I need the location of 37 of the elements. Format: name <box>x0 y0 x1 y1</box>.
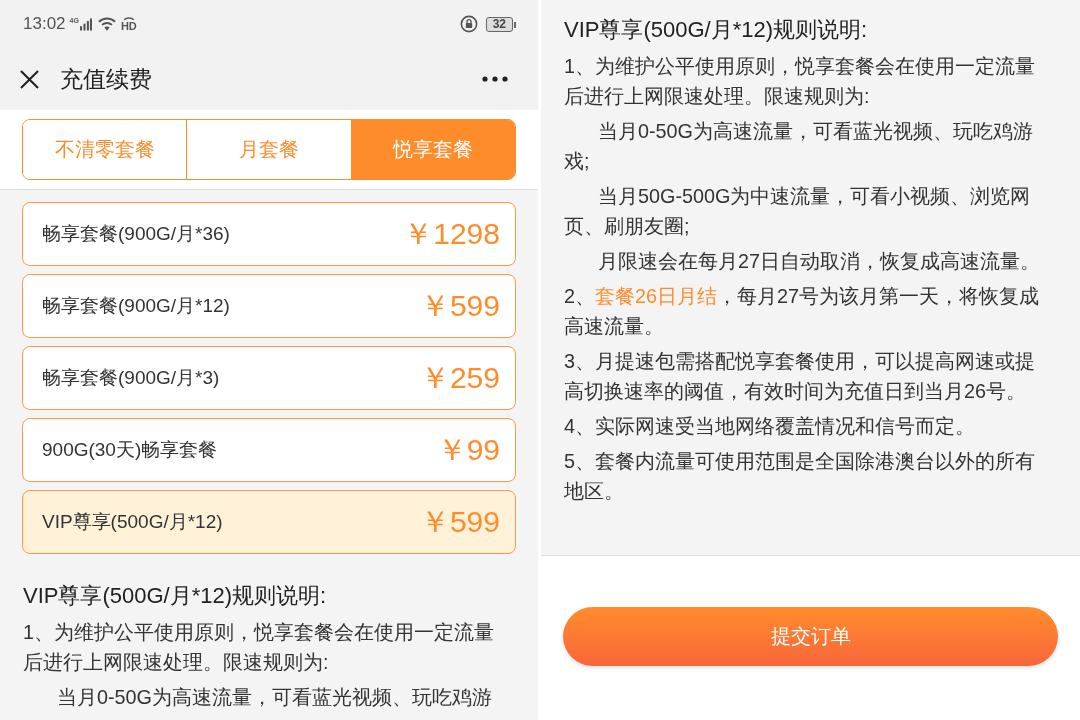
rule-text: 1、为维护公平使用原则，悦享套餐会在使用一定流量后进行上网限速处理。限速规则为: <box>564 54 1036 109</box>
signal-bars-icon <box>79 17 92 31</box>
handset-arc-icon <box>122 16 135 20</box>
battery-indicator: 32 <box>485 16 513 32</box>
plan-option[interactable]: 畅享套餐(900G/月*3) ￥259 <box>22 346 516 410</box>
hd-label: HD <box>120 21 137 32</box>
rules-heading: VIP尊享(500G/月*12)规则说明: <box>23 582 328 610</box>
rules-heading: VIP尊享(500G/月*12)规则说明: <box>564 16 869 44</box>
rule-text: 当月0-50G为高速流量，可看蓝光视频、玩吃鸡游戏; <box>564 119 1034 174</box>
rule-text: 当月0-50G为高速流量，可看蓝光视频、玩吃鸡游 <box>56 685 493 710</box>
rule-text: 1、为维护公平使用原则，悦享套餐会在使用一定流量后进行上网限速处理。限速规则为: <box>23 620 495 675</box>
plan-option[interactable]: 畅享套餐(900G/月*36) ￥1298 <box>22 202 516 266</box>
rule-text: 4、实际网速受当地网络覆盖情况和信号而定。 <box>564 414 976 439</box>
rotation-lock-icon <box>459 15 478 33</box>
plan-price: ￥99 <box>436 431 500 468</box>
plan-price: ￥599 <box>419 503 500 540</box>
plan-price: ￥259 <box>419 359 500 396</box>
plan-name: 900G(30天)畅享套餐 <box>42 438 218 462</box>
status-time: 13:02 <box>23 14 66 34</box>
plan-option[interactable]: 畅享套餐(900G/月*12) ￥599 <box>22 274 516 338</box>
plan-price: ￥1298 <box>403 215 500 252</box>
plan-name: 畅享套餐(900G/月*3) <box>42 366 220 390</box>
close-icon[interactable] <box>20 69 39 89</box>
plan-name: VIP尊享(500G/月*12) <box>42 510 223 534</box>
plan-name: 畅享套餐(900G/月*36) <box>42 222 230 246</box>
rule-text: 2、套餐26日月结，每月27号为该月第一天，将恢复成高速流量。 <box>564 284 1041 339</box>
rule-text: 5、套餐内流量可使用范围是全国除港澳台以外的所有地区。 <box>564 449 1036 504</box>
plan-option[interactable]: VIP尊享(500G/月*12) ￥599 <box>22 490 516 554</box>
rule-text: 当月50G-500G为中速流量，可看小视频、浏览网页、刷朋友圈; <box>564 184 1032 239</box>
plan-price: ￥599 <box>419 287 500 324</box>
rule-text: 月限速会在每月27日自动取消，恢复成高速流量。 <box>597 249 1041 274</box>
rule-text: 3、月提速包需搭配悦享套餐使用，可以提高网速或提高切换速率的阈值，有效时间为充值日到当月26号。 <box>564 349 1036 404</box>
page-title: 充值续费 <box>60 64 152 94</box>
more-options-icon[interactable] <box>482 76 508 82</box>
wifi-icon <box>97 17 116 31</box>
plan-name: 畅享套餐(900G/月*12) <box>42 294 230 318</box>
plan-option[interactable]: 900G(30天)畅享套餐 ￥99 <box>22 418 516 482</box>
